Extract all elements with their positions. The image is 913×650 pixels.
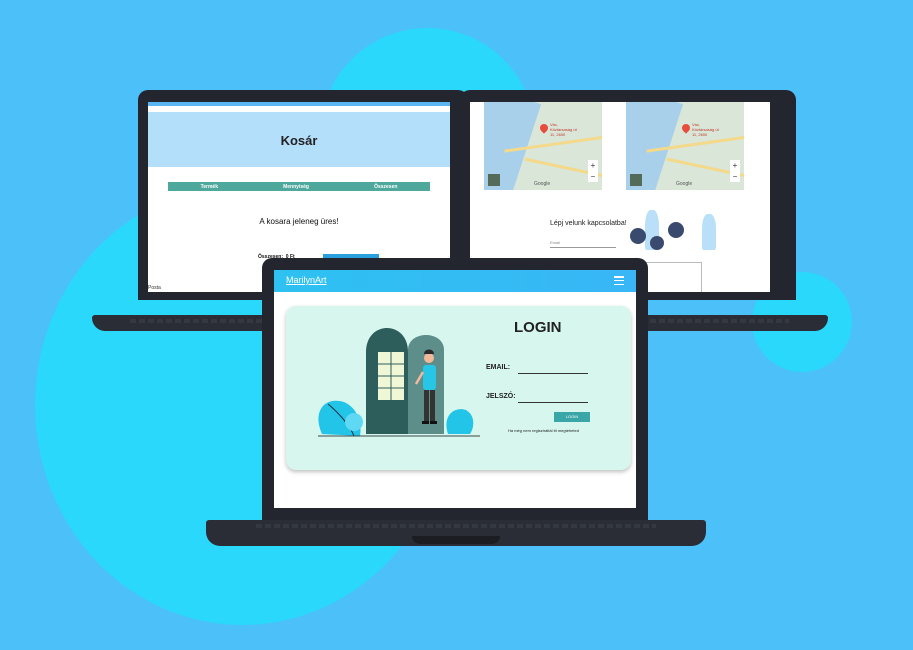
email-label: EMAIL: xyxy=(486,364,511,371)
email-field[interactable] xyxy=(518,373,588,374)
map-zoom-control[interactable]: + − xyxy=(730,160,740,182)
cart-table-header: Termék Mennyiség Összesen xyxy=(168,182,430,191)
password-field[interactable] xyxy=(518,402,588,403)
map-pin-label: Vác, Köztársaság út 11, 2600 xyxy=(692,122,719,137)
cart-column-quantity: Mennyiség xyxy=(283,183,309,190)
map-pin-icon xyxy=(538,122,550,134)
cart-title: Kosár xyxy=(280,133,318,148)
login-screen: MarilynArt LOGIN EMAIL: JELSZÓ: LOGIN Ha… xyxy=(274,270,636,508)
cart-topline xyxy=(148,102,450,106)
brand-link[interactable]: MarilynArt xyxy=(286,275,327,285)
phone-icon xyxy=(668,222,684,238)
mail-icon xyxy=(650,236,664,250)
map-pin-icon xyxy=(680,122,692,134)
map-zoom-control[interactable]: + − xyxy=(588,160,598,182)
map-pin-label: Vác, Köztársaság út 11, 2600 xyxy=(550,122,577,137)
navbar: MarilynArt xyxy=(274,270,636,292)
cart-footer-text: Posta xyxy=(148,285,161,291)
login-title: LOGIN xyxy=(514,319,562,336)
map-layer-thumbnail[interactable] xyxy=(630,174,642,186)
navigation-icon xyxy=(630,228,646,244)
map-brand: Google xyxy=(676,181,693,187)
map-left[interactable]: Vác, Köztársaság út 11, 2600 + − Google xyxy=(484,102,602,190)
map-brand: Google xyxy=(534,181,551,187)
contact-email-field[interactable]: Email xyxy=(550,240,616,248)
tree-illustration xyxy=(702,214,716,250)
register-link[interactable]: Ha még nem regisztráltál itt megteheted xyxy=(508,428,579,433)
laptop-login: MarilynArt LOGIN EMAIL: JELSZÓ: LOGIN Ha… xyxy=(206,258,706,550)
password-label: JELSZÓ: xyxy=(486,393,516,400)
login-illustration xyxy=(318,328,480,437)
cart-column-product: Termék xyxy=(200,183,218,190)
map-right[interactable]: Vác, Köztársaság út 11, 2600 + − Google xyxy=(626,102,744,190)
cart-empty-message: A kosara jeleneg üres! xyxy=(259,217,339,226)
hamburger-menu-icon[interactable] xyxy=(614,276,624,285)
login-card: LOGIN EMAIL: JELSZÓ: LOGIN Ha még nem re… xyxy=(286,306,631,470)
laptop-notch xyxy=(412,536,500,544)
map-layer-thumbnail[interactable] xyxy=(488,174,500,186)
contact-title: Lépj velunk kapcsolatba! xyxy=(550,220,627,227)
cart-column-total: Összesen xyxy=(374,183,398,190)
login-button[interactable]: LOGIN xyxy=(554,412,590,422)
